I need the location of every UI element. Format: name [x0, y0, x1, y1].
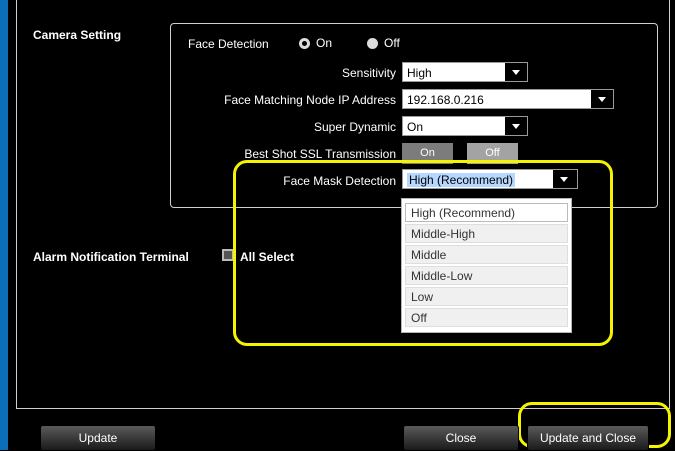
highlight-box-dropdown [233, 160, 613, 346]
super-dynamic-select[interactable]: On [402, 116, 528, 136]
chevron-down-icon[interactable] [505, 63, 527, 81]
radio-unchecked-icon [367, 37, 378, 49]
face-detection-label: Face Detection [188, 37, 269, 51]
ssl-label: Best Shot SSL Transmission [244, 147, 396, 161]
sensitivity-select[interactable]: High [402, 62, 528, 82]
radio-checked-icon [299, 37, 310, 49]
close-button[interactable]: Close [403, 425, 519, 451]
node-ip-select[interactable]: 192.168.0.216 [402, 89, 614, 109]
chevron-down-icon[interactable] [505, 117, 527, 135]
camera-setting-title: Camera Setting [33, 28, 122, 42]
face-detection-on-radio[interactable]: On [299, 36, 332, 50]
face-detection-off-radio[interactable]: Off [367, 36, 400, 50]
node-ip-label: Face Matching Node IP Address [224, 93, 396, 107]
sensitivity-label: Sensitivity [341, 66, 396, 80]
update-button[interactable]: Update [40, 425, 156, 451]
update-and-close-button[interactable]: Update and Close [527, 425, 649, 451]
super-dynamic-label: Super Dynamic [313, 120, 396, 134]
chevron-down-icon[interactable] [591, 90, 613, 108]
alarm-terminal-label: Alarm Notification Terminal [33, 250, 189, 264]
window-frame-edge [0, 0, 8, 450]
